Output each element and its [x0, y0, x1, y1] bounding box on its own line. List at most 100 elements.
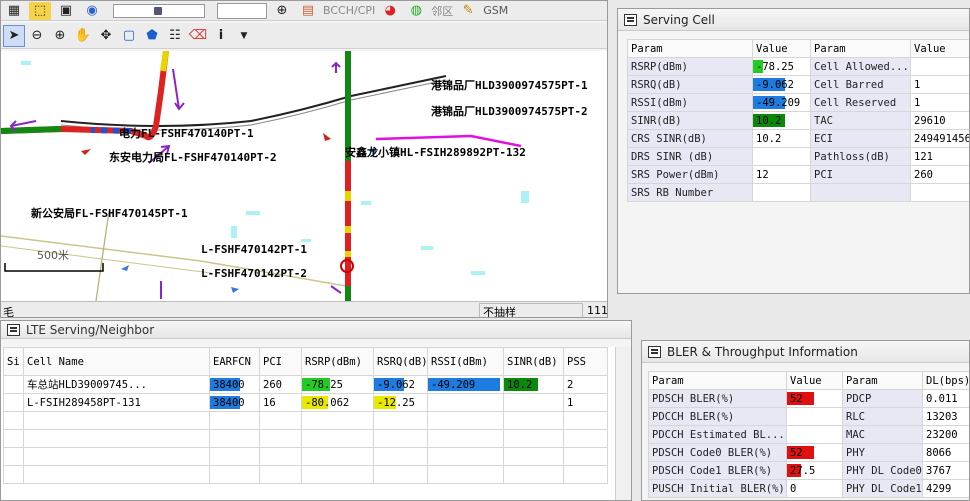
column-header[interactable]: PCI: [259, 347, 302, 376]
column-header[interactable]: Param: [627, 39, 753, 58]
table-row[interactable]: PUSCH Initial BLER(%) 0 PHY DL Code1 4299: [648, 479, 969, 498]
column-header[interactable]: RSRP(dBm): [301, 347, 374, 376]
brush-icon[interactable]: ✎: [457, 2, 479, 20]
param-label: RSSI(dBm): [627, 93, 753, 112]
param-value-text: 249491456: [914, 132, 970, 145]
neighbor-button[interactable]: 邻区: [431, 3, 453, 19]
column-header[interactable]: Value: [752, 39, 811, 58]
table-row[interactable]: SRS RB Number: [627, 183, 969, 202]
select-rect-icon[interactable]: ▢: [118, 25, 140, 47]
eraser-icon[interactable]: ⌫: [187, 25, 209, 47]
map-site-label[interactable]: 东安电力局FL-FSHF470140PT-2: [109, 149, 277, 165]
map-toolbar-tools: ➤ ⊖ ⊕ ✋ ✥ ▢ ⬟ ☷ ⌫ i ▼: [1, 23, 607, 49]
table-row[interactable]: PDSCH Code0 BLER(%) 52 PHY 8066: [648, 443, 969, 462]
column-header[interactable]: SINR(dB): [503, 347, 564, 376]
table-row[interactable]: 车总站HLD39009745... 38400 260 -78.25 -9.062 -49…: [3, 375, 608, 394]
table-row[interactable]: PDSCH BLER(%) 52 PDCP 0.011: [648, 389, 969, 408]
window-menu-icon[interactable]: [648, 345, 661, 358]
param-value-text: 1: [914, 78, 921, 91]
target-icon[interactable]: ⊕: [271, 2, 293, 20]
map-site-label[interactable]: 电力FL-FSHF470140PT-1: [119, 125, 254, 141]
table-row[interactable]: SRS Power(dBm) 12 PCI 260: [627, 165, 969, 184]
table-row[interactable]: SINR(dB) 10.2 TAC 29610: [627, 111, 969, 130]
table-row[interactable]: RSRQ(dB) -9.062 Cell Barred 1: [627, 75, 969, 94]
zoom-out-icon[interactable]: ⊖: [26, 25, 48, 47]
table-icon[interactable]: ☷: [164, 25, 186, 47]
column-header[interactable]: EARFCN: [209, 347, 260, 376]
ball-icon[interactable]: ◍: [405, 2, 427, 20]
globe-icon[interactable]: ◉: [81, 2, 103, 20]
param-label: PHY: [842, 443, 923, 462]
param-label: MAC: [842, 425, 923, 444]
column-header[interactable]: DL(bps): [922, 371, 969, 390]
column-header[interactable]: RSRQ(dB): [373, 347, 428, 376]
lte-scrollbar[interactable]: [615, 347, 631, 500]
serving-cell-title: Serving Cell: [643, 12, 715, 27]
empty-cell: [259, 429, 302, 448]
map-canvas[interactable]: 港锦品厂HLD3900974575PT-1 港锦品厂HLD3900974575P…: [1, 51, 607, 301]
select-polygon-icon[interactable]: ⬟: [141, 25, 163, 47]
table-row[interactable]: RSRP(dBm) -78.25 Cell Allowed...: [627, 57, 969, 76]
cell-pci-text: 16: [263, 396, 276, 409]
param-label: RSRQ(dB): [627, 75, 753, 94]
map-site-label[interactable]: L-FSHF470142PT-1: [201, 243, 307, 256]
column-header[interactable]: Cell Name: [23, 347, 210, 376]
table-row[interactable]: L-FSIH289458PT-131 38400 16 -80.062 -12.25 1: [3, 393, 608, 412]
empty-row: [3, 411, 608, 430]
table-row[interactable]: PDSCH Code1 BLER(%) 27.5 PHY DL Code0 3767: [648, 461, 969, 480]
info-icon[interactable]: i: [210, 25, 232, 47]
map-toolbar-top: ▦ ⬚ ▣ ◉ ⊕ ▤ BCCH/CPI ◕ ◍ 邻区 ✎ GSM: [1, 1, 607, 21]
param-value-text: 4299: [926, 482, 952, 495]
param-value-text: -49.209: [756, 96, 801, 109]
param-label: PHY DL Code1: [842, 479, 923, 498]
cell-rsrp-text: -80.062: [305, 396, 350, 409]
param-value: 121: [910, 147, 969, 166]
layer-icon[interactable]: ▦: [3, 2, 25, 20]
window-menu-icon[interactable]: [624, 13, 637, 26]
move-icon[interactable]: ✥: [95, 25, 117, 47]
cell-earfcn-text: 38400: [213, 378, 245, 391]
window-menu-icon[interactable]: [7, 323, 20, 336]
table-row[interactable]: DRS SINR (dB) Pathloss(dB) 121: [627, 147, 969, 166]
column-header[interactable]: Param: [648, 371, 787, 390]
map-site-label[interactable]: L-FSHF470142PT-2: [201, 267, 307, 280]
table-row[interactable]: RSSI(dBm) -49.209 Cell Reserved 1: [627, 93, 969, 112]
column-header[interactable]: Si Na: [3, 347, 24, 376]
column-header[interactable]: Param: [810, 39, 911, 58]
layer-select[interactable]: [217, 2, 267, 19]
opacity-slider[interactable]: [113, 3, 205, 18]
save-icon[interactable]: ▣: [55, 2, 77, 20]
network-dropdown[interactable]: GSM: [483, 4, 508, 17]
measure-dropdown[interactable]: BCCH/CPI: [323, 4, 375, 17]
param-label: SINR(dB): [627, 111, 753, 130]
param-value-text: 0.011: [926, 392, 958, 405]
table-row[interactable]: PDCCH BLER(%) RLC 13203: [648, 407, 969, 426]
highlight-icon[interactable]: ⬚: [29, 1, 51, 20]
pie-chart-icon[interactable]: ◕: [379, 2, 401, 20]
zoom-in-icon[interactable]: ⊕: [49, 25, 71, 47]
map-site-label[interactable]: 新公安局FL-FSHF470145PT-1: [31, 205, 188, 221]
column-header[interactable]: Param: [842, 371, 923, 390]
bars-icon[interactable]: ▤: [297, 2, 319, 20]
param-label: SRS Power(dBm): [627, 165, 753, 184]
param-value-text: 3767: [926, 464, 952, 477]
param-label: SRS RB Number: [627, 183, 753, 202]
param-label: Cell Allowed...: [810, 57, 911, 76]
column-header[interactable]: PSS: [563, 347, 608, 376]
chevron-down-icon[interactable]: ▼: [233, 25, 255, 47]
empty-cell: [373, 465, 428, 484]
param-label-text: SINR(dB): [631, 114, 682, 127]
map-site-label[interactable]: 港锦品厂HLD3900974575PT-2: [431, 103, 588, 119]
map-site-label[interactable]: 安鑫龙小镇HL-FSIH289892PT-132: [345, 144, 526, 160]
column-header[interactable]: RSSI(dBm): [427, 347, 504, 376]
param-label-text: MAC: [846, 428, 865, 441]
cell-rssi-text: -49.209: [431, 378, 476, 391]
table-row[interactable]: PDCCH Estimated BL... MAC 23200: [648, 425, 969, 444]
pointer-icon[interactable]: ➤: [3, 24, 25, 47]
map-site-label[interactable]: 港锦品厂HLD3900974575PT-1: [431, 77, 588, 93]
table-row[interactable]: CRS SINR(dB) 10.2 ECI 249491456: [627, 129, 970, 148]
cell-sinr-text: 10.2: [507, 378, 533, 391]
column-header[interactable]: Value: [786, 371, 843, 390]
pan-hand-icon[interactable]: ✋: [72, 25, 94, 47]
column-header[interactable]: Value: [910, 39, 969, 58]
